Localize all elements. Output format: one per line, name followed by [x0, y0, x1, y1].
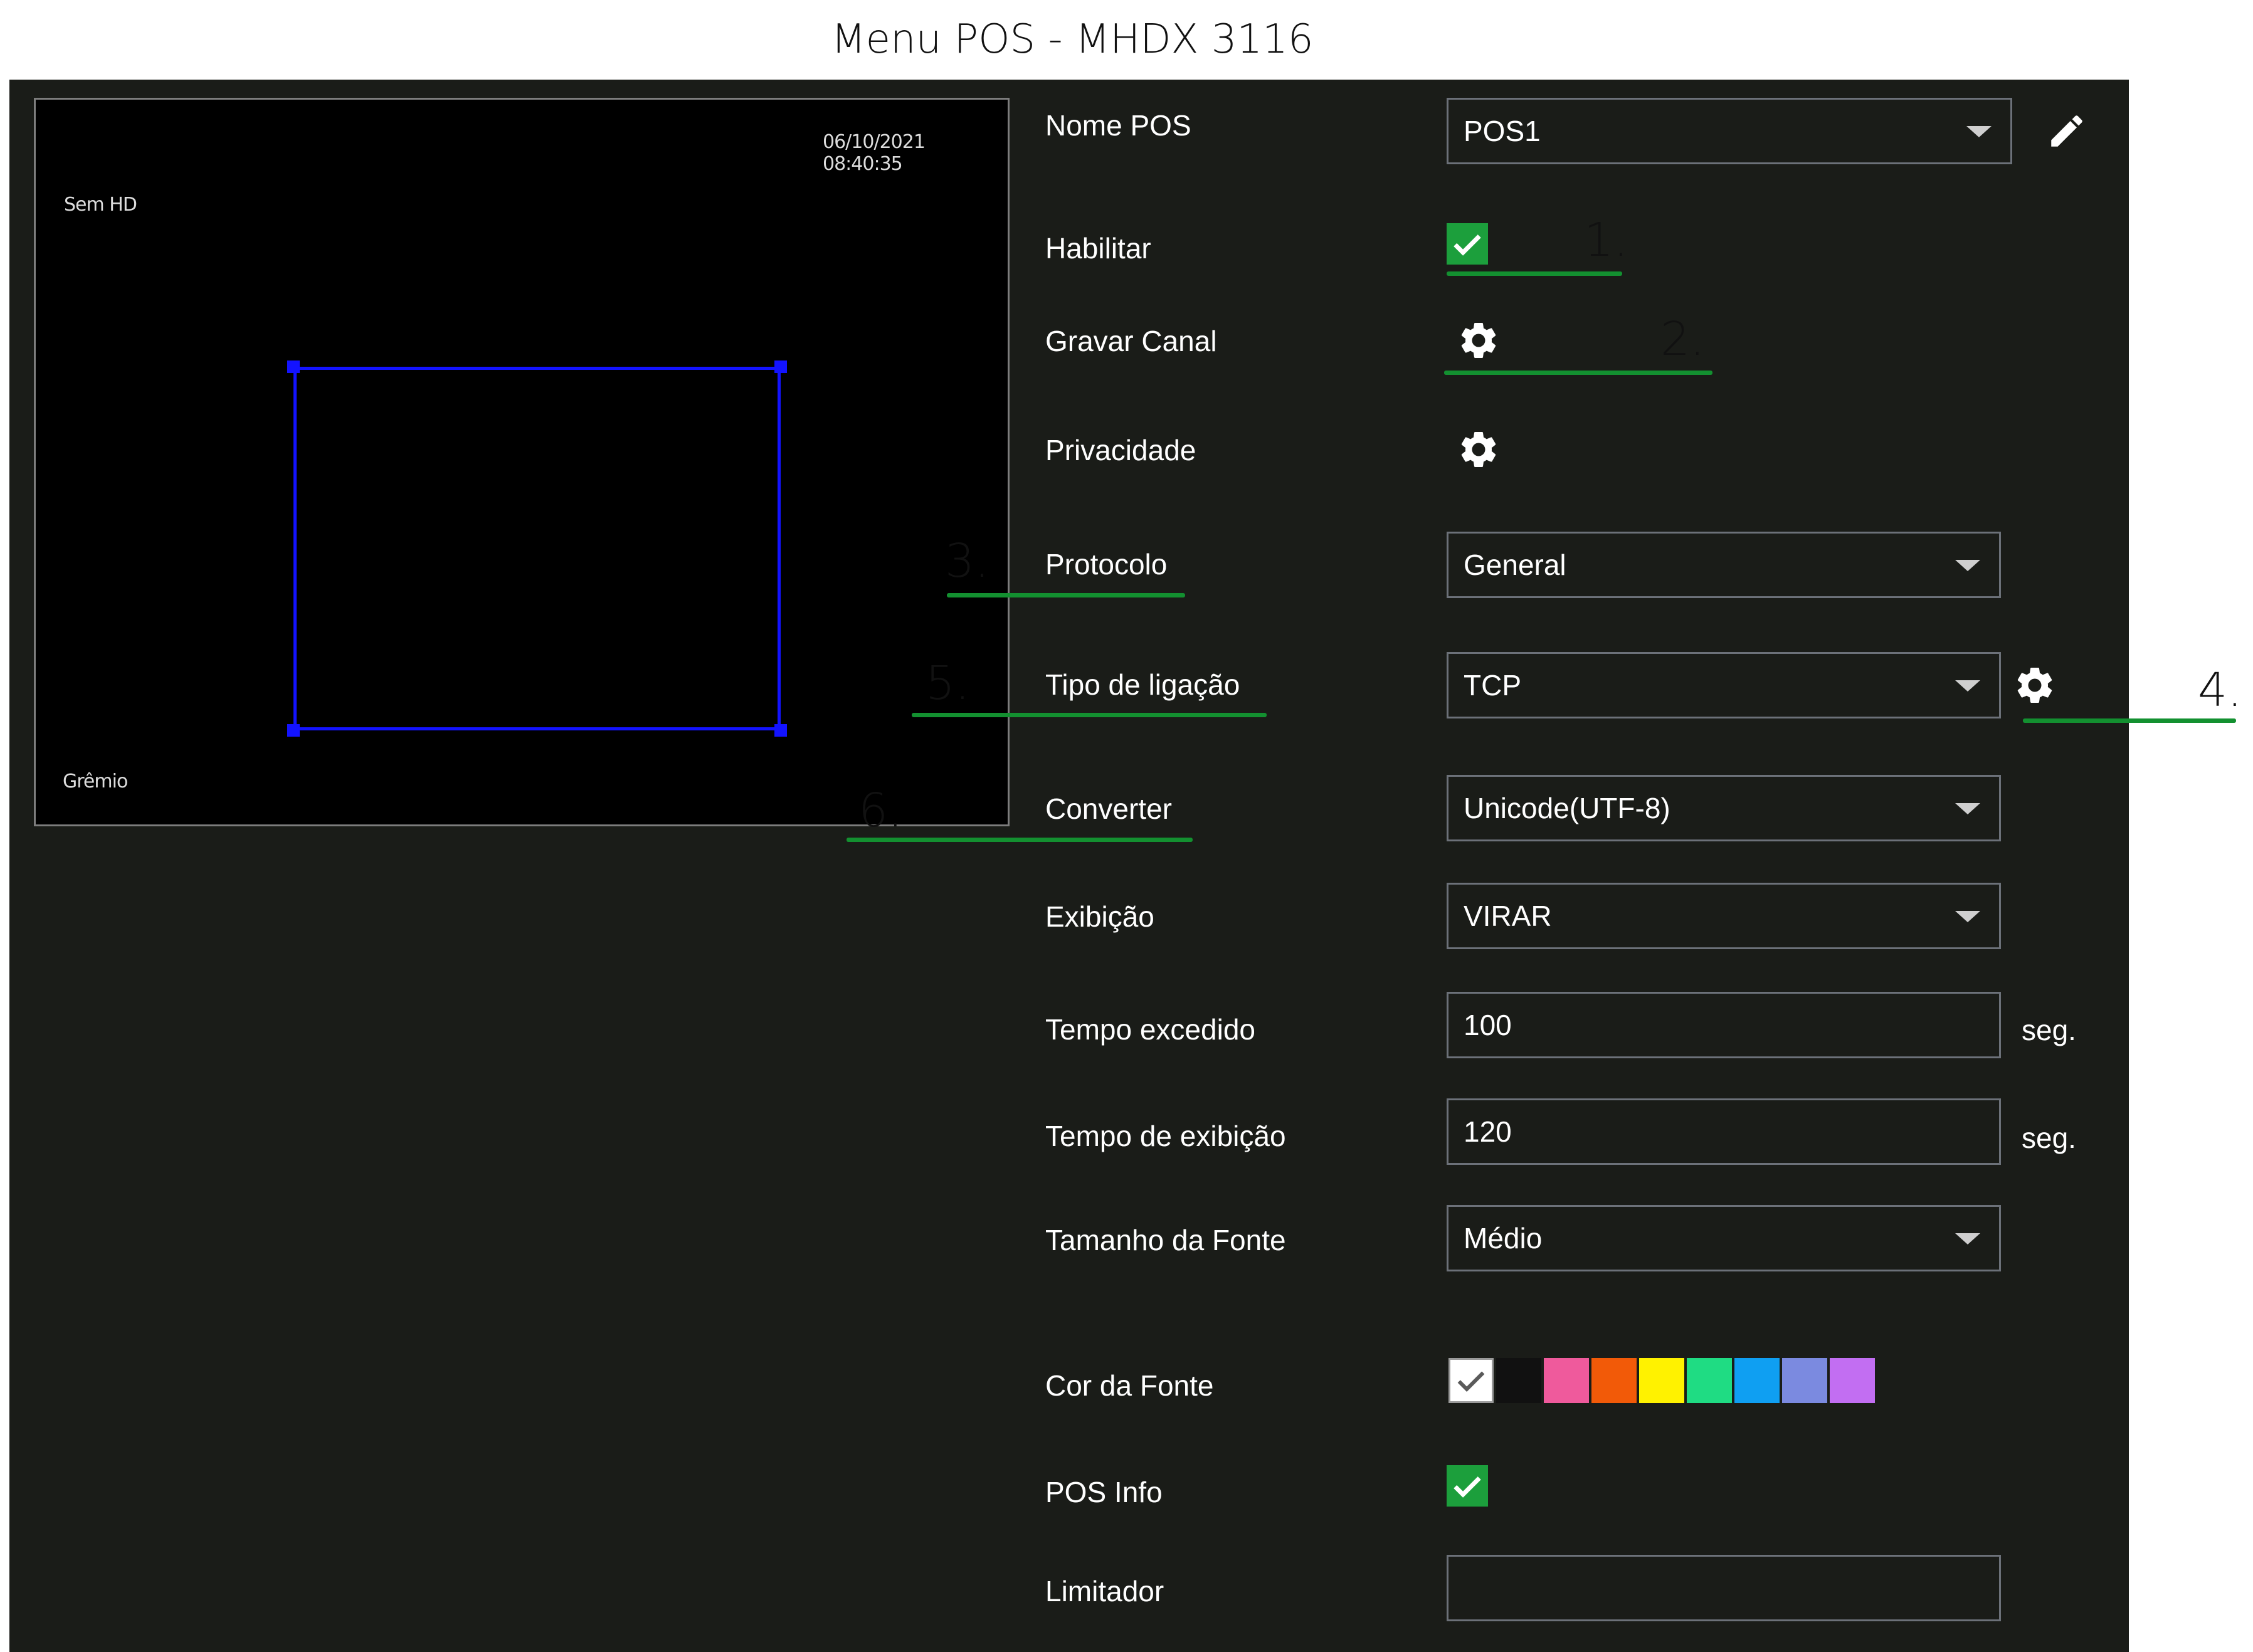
- protocolo-select[interactable]: General: [1447, 532, 2001, 598]
- caret-down-icon: [1955, 680, 1980, 692]
- tipo-ligacao-select[interactable]: TCP: [1447, 652, 2001, 718]
- label-exibicao: Exibição: [1045, 900, 1154, 933]
- font-color-swatch[interactable]: [1687, 1358, 1732, 1403]
- label-tempo-exibicao: Tempo de exibição: [1045, 1120, 1286, 1152]
- unit-seconds: seg.: [2022, 1122, 2076, 1154]
- caret-down-icon: [1966, 126, 1992, 137]
- region-handle-top-right[interactable]: [774, 360, 787, 373]
- pos-info-checkbox[interactable]: [1447, 1465, 1488, 1507]
- caret-down-icon: [1955, 560, 1980, 571]
- pos-display-region[interactable]: [293, 367, 781, 730]
- label-tempo-excedido: Tempo excedido: [1045, 1013, 1255, 1046]
- preview-channel-name: Grêmio: [63, 771, 128, 792]
- camera-preview: 06/10/2021 08:40:35 Sem HD Grêmio: [34, 98, 1010, 826]
- tamanho-fonte-select[interactable]: Médio: [1447, 1205, 2001, 1271]
- region-handle-top-left[interactable]: [287, 360, 300, 373]
- label-limitador: Limitador: [1045, 1575, 1164, 1607]
- tempo-exibicao-value: 120: [1464, 1115, 1512, 1148]
- nome-pos-select[interactable]: POS1: [1447, 98, 2012, 164]
- exibicao-value: VIRAR: [1464, 900, 1552, 932]
- tipo-ligacao-value: TCP: [1464, 669, 1521, 702]
- annotation-4-underline: [2023, 718, 2236, 723]
- label-tamanho-fonte: Tamanho da Fonte: [1045, 1224, 1286, 1256]
- label-cor-fonte: Cor da Fonte: [1045, 1369, 1214, 1402]
- font-color-swatch[interactable]: [1496, 1358, 1541, 1403]
- nome-pos-value: POS1: [1464, 115, 1541, 147]
- tempo-excedido-value: 100: [1464, 1009, 1512, 1041]
- pencil-icon[interactable]: [2046, 110, 2087, 152]
- tamanho-fonte-value: Médio: [1464, 1222, 1543, 1255]
- font-color-swatch[interactable]: [1544, 1358, 1589, 1403]
- annotation-1: 1.: [1584, 213, 1628, 267]
- font-color-swatch[interactable]: [1830, 1358, 1875, 1403]
- gear-icon[interactable]: [2013, 663, 2057, 707]
- font-color-swatch[interactable]: [1734, 1358, 1780, 1403]
- label-converter: Converter: [1045, 792, 1172, 825]
- label-gravar-canal: Gravar Canal: [1045, 325, 1217, 357]
- limitador-input[interactable]: [1447, 1555, 2001, 1621]
- caret-down-icon: [1955, 911, 1980, 922]
- caret-down-icon: [1955, 803, 1980, 814]
- habilitar-checkbox[interactable]: [1447, 223, 1488, 265]
- gear-icon[interactable]: [1457, 318, 1501, 362]
- annotation-2: 2.: [1660, 312, 1705, 366]
- gear-icon[interactable]: [1457, 428, 1501, 471]
- unit-seconds: seg.: [2022, 1014, 2076, 1046]
- font-color-swatch[interactable]: [1591, 1358, 1637, 1403]
- document-title: Menu POS - MHDX 3116: [831, 16, 1314, 63]
- protocolo-value: General: [1464, 549, 1566, 581]
- tempo-excedido-input[interactable]: 100: [1447, 992, 2001, 1058]
- label-pos-info: POS Info: [1045, 1476, 1163, 1508]
- font-color-swatch[interactable]: [1782, 1358, 1827, 1403]
- annotation-2-underline: [1444, 371, 1712, 375]
- annotation-3-underline: [947, 593, 1185, 597]
- label-habilitar: Habilitar: [1045, 232, 1151, 265]
- font-color-swatch[interactable]: [1639, 1358, 1684, 1403]
- annotation-6-underline: [847, 838, 1193, 842]
- preview-status-text: Sem HD: [64, 194, 137, 216]
- label-protocolo: Protocolo: [1045, 548, 1168, 581]
- font-color-swatch[interactable]: [1448, 1358, 1494, 1403]
- region-handle-bottom-right[interactable]: [774, 724, 787, 737]
- converter-select[interactable]: Unicode(UTF-8): [1447, 775, 2001, 841]
- converter-value: Unicode(UTF-8): [1464, 792, 1670, 824]
- annotation-5: 5.: [926, 656, 970, 710]
- check-icon: [1454, 234, 1481, 256]
- label-privacidade: Privacidade: [1045, 434, 1196, 466]
- check-icon: [1457, 1371, 1485, 1392]
- caret-down-icon: [1955, 1233, 1980, 1244]
- check-icon: [1454, 1476, 1481, 1498]
- tempo-exibicao-input[interactable]: 120: [1447, 1098, 2001, 1165]
- annotation-6: 6.: [858, 784, 903, 838]
- annotation-4: 4.: [2198, 663, 2242, 717]
- label-tipo-ligacao: Tipo de ligação: [1045, 668, 1240, 701]
- region-handle-bottom-left[interactable]: [287, 724, 300, 737]
- preview-timestamp: 06/10/2021 08:40:35: [823, 131, 926, 175]
- label-nome-pos: Nome POS: [1045, 109, 1191, 142]
- annotation-1-underline: [1447, 271, 1622, 276]
- exibicao-select[interactable]: VIRAR: [1447, 883, 2001, 949]
- annotation-3: 3.: [945, 534, 989, 588]
- annotation-5-underline: [912, 713, 1267, 717]
